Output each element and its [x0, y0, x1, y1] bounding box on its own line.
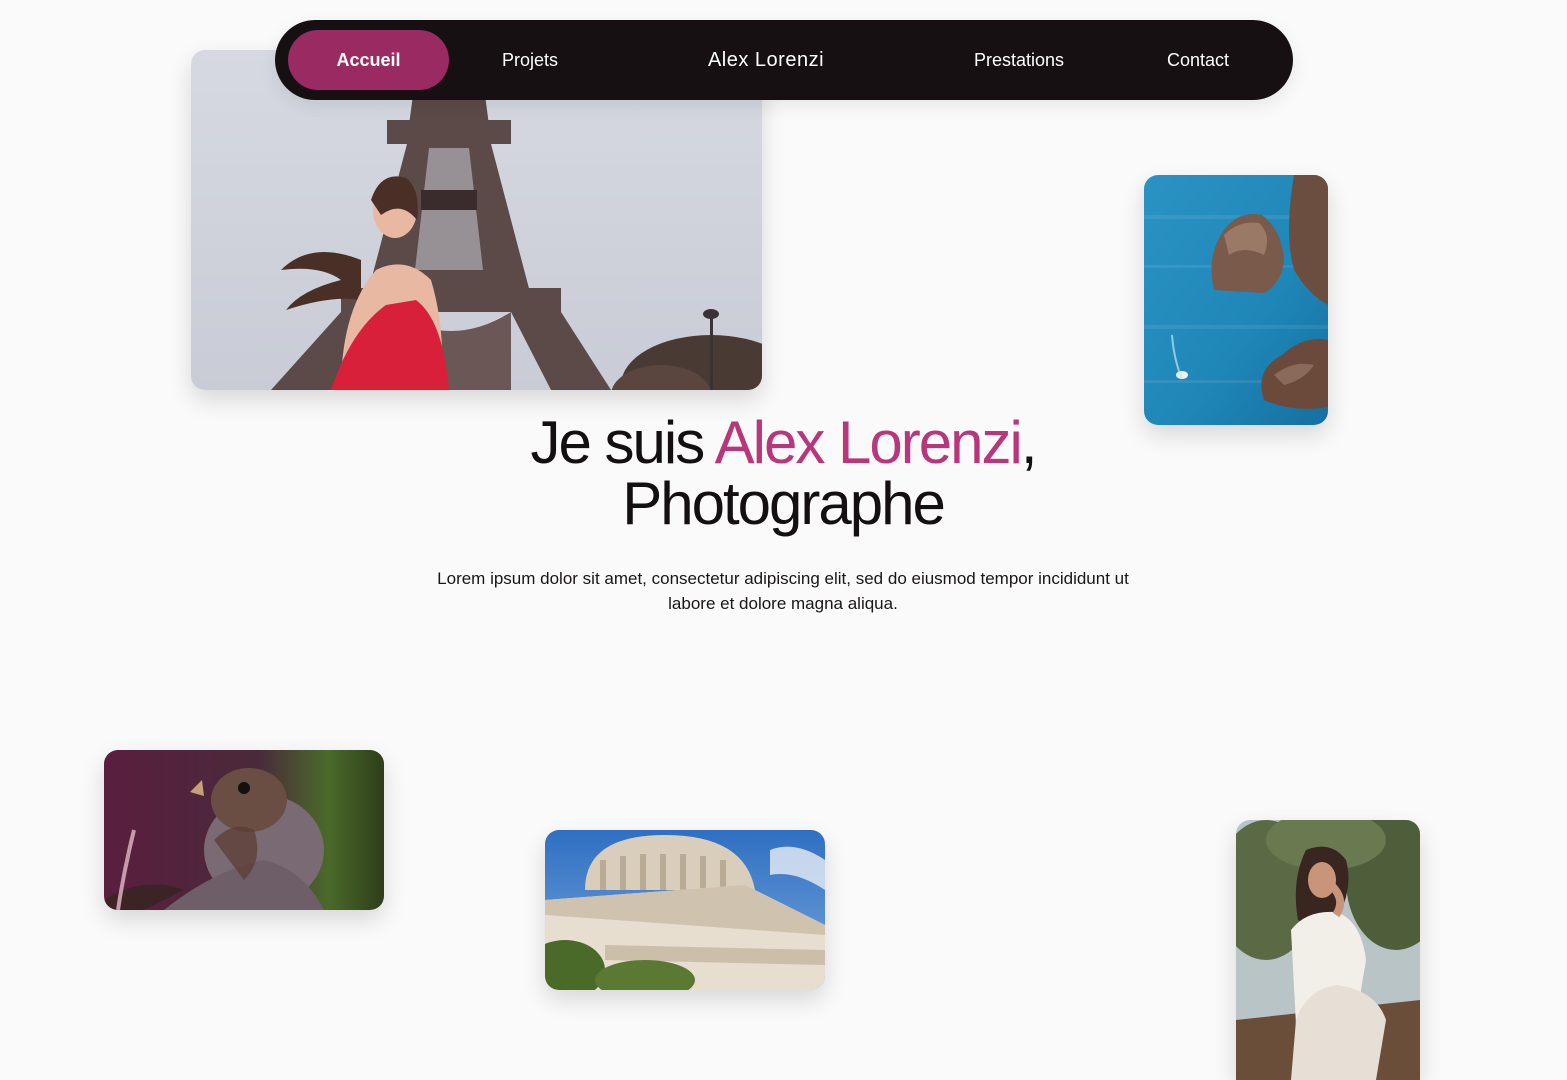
hero-title-comma: ,: [1020, 409, 1038, 476]
photo-coastline: [1144, 175, 1328, 425]
hero-title-name: Alex Lorenzi: [714, 409, 1023, 476]
hero-title: Je suis Alex Lorenzi, Photographe: [383, 412, 1183, 534]
main-nav: Accueil Projets Alex Lorenzi Prestations…: [275, 20, 1293, 100]
photo-sparrow: [104, 750, 384, 910]
nav-brand-logo[interactable]: Alex Lorenzi: [666, 30, 866, 90]
photo-portrait-woman: [1236, 820, 1420, 1080]
nav-item-prestations[interactable]: Prestations: [954, 30, 1084, 90]
photo-paris-eiffel: [191, 50, 762, 390]
hero-subtitle: Lorem ipsum dolor sit amet, consectetur …: [437, 569, 1129, 613]
nav-item-projets[interactable]: Projets: [475, 30, 585, 90]
hero-title-prefix: Je suis: [530, 409, 715, 476]
hero-title-role: Photographe: [622, 470, 946, 537]
nav-item-contact[interactable]: Contact: [1148, 30, 1248, 90]
photo-dome-building: [545, 830, 825, 990]
nav-item-accueil[interactable]: Accueil: [288, 30, 449, 90]
